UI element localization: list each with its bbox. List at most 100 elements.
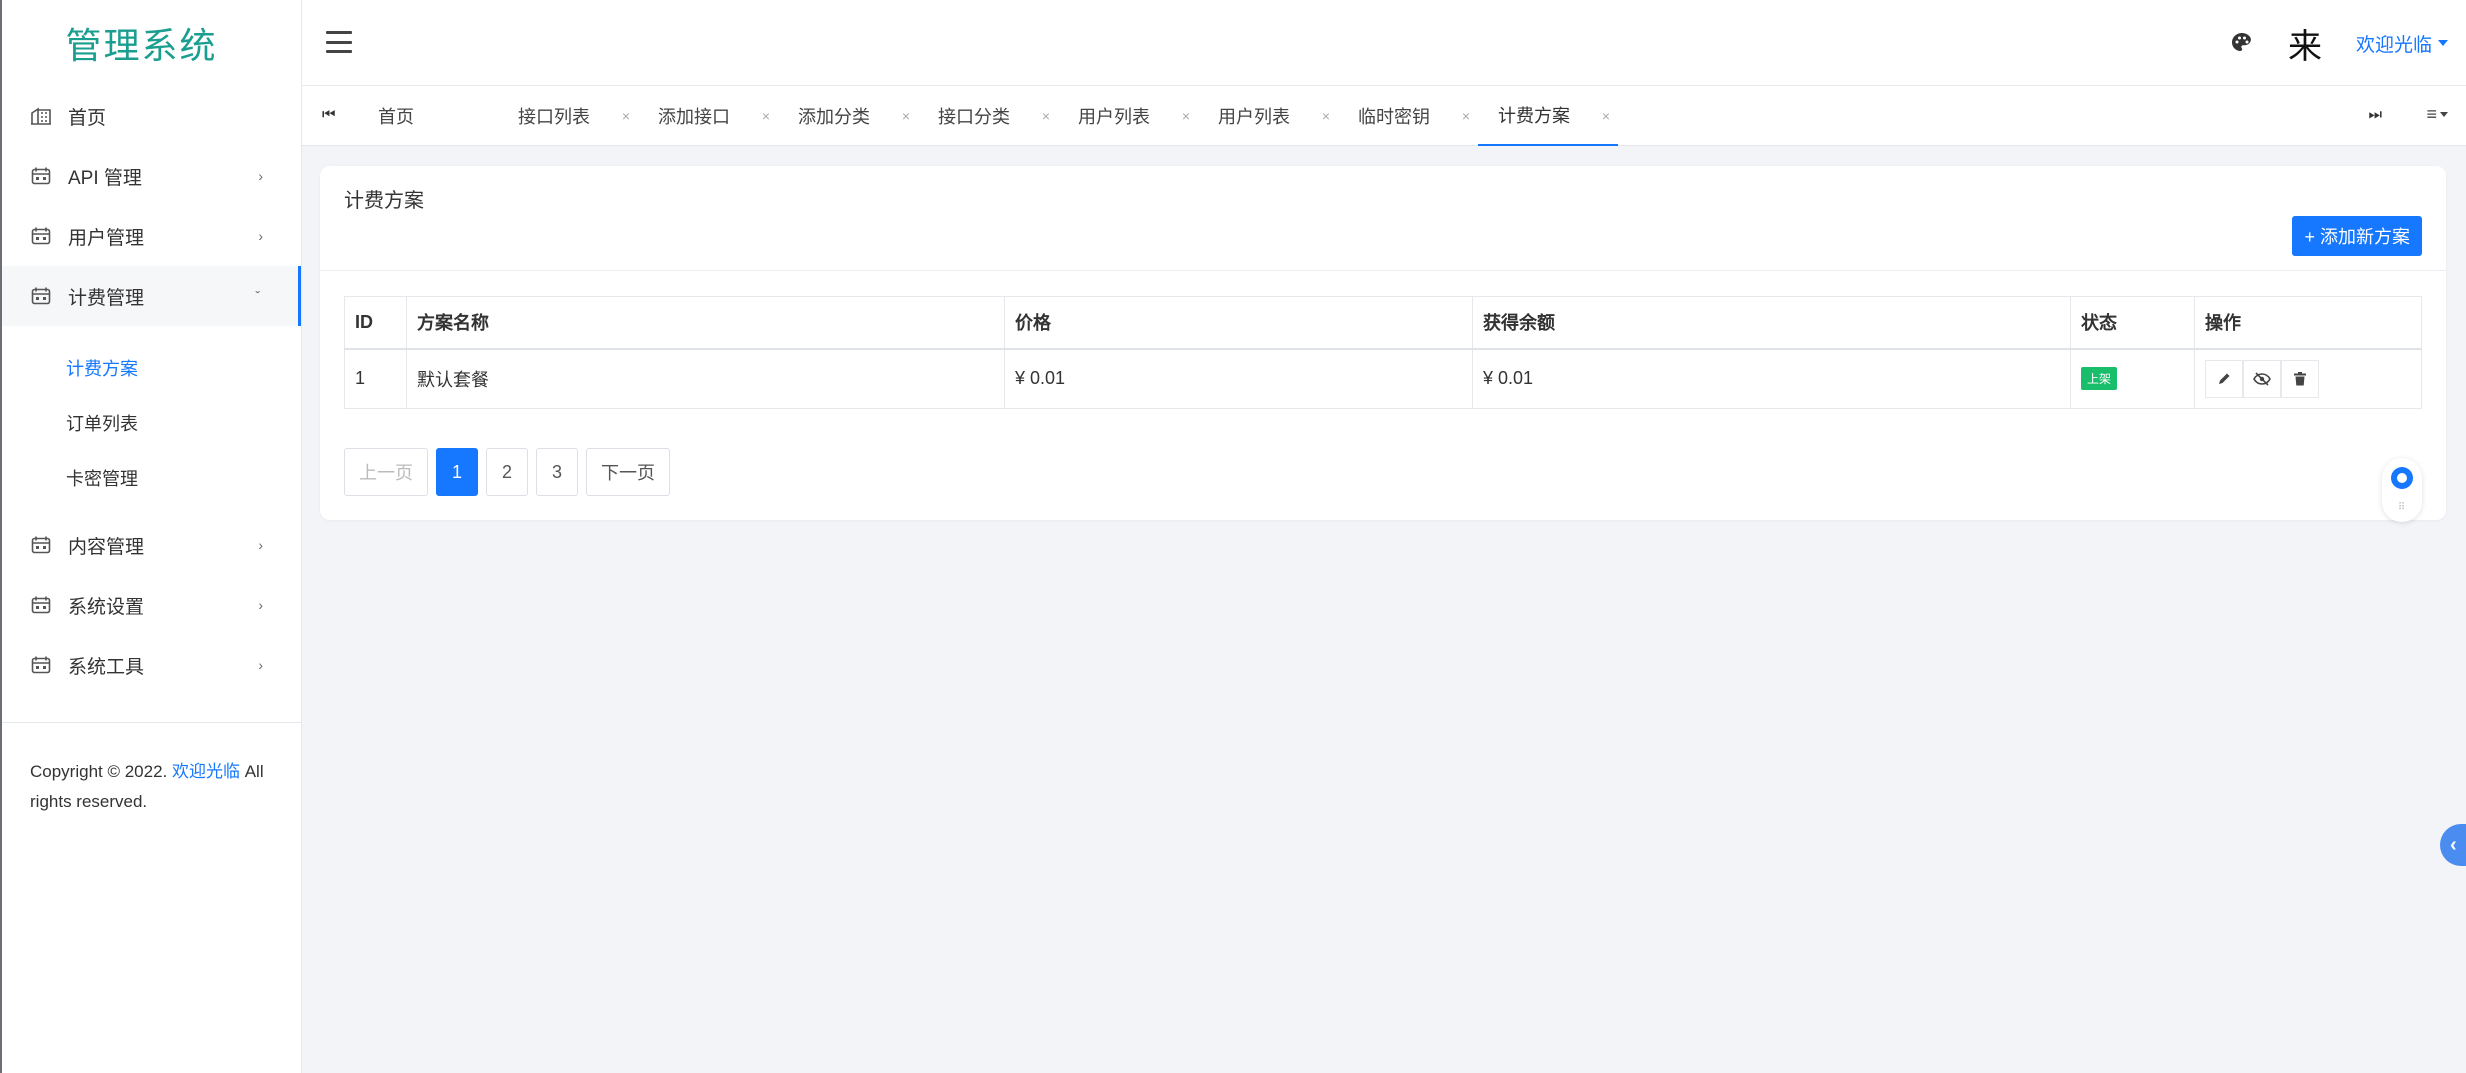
- tab-user-list-2[interactable]: 用户列表 ×: [1198, 86, 1338, 146]
- pencil-icon: [2219, 373, 2230, 384]
- column-header: 方案名称: [406, 296, 1005, 350]
- tab-label: 添加分类: [798, 107, 870, 127]
- cell-status: 上架: [2070, 348, 2195, 409]
- tab-label: 接口分类: [938, 107, 1010, 127]
- user-avatar[interactable]: 来: [2288, 19, 2322, 68]
- close-icon[interactable]: ×: [1042, 108, 1050, 124]
- sidebar-subitem-card-keys[interactable]: 卡密管理: [2, 450, 301, 505]
- tab-label: 临时密钥: [1358, 107, 1430, 127]
- plans-table: ID 方案名称 价格 获得余额 状态 操作 1 默认套餐 ¥ 0.01 ¥ 0.…: [344, 296, 2422, 409]
- sidebar-item-billing[interactable]: 计费管理 ˇ: [2, 266, 301, 326]
- close-icon[interactable]: ×: [1182, 108, 1190, 124]
- table-row: 1 默认套餐 ¥ 0.01 ¥ 0.01 上架: [344, 348, 2422, 409]
- close-icon[interactable]: ×: [1602, 108, 1610, 124]
- sidebar-subitem-orders[interactable]: 订单列表: [2, 395, 301, 450]
- drag-handle-icon[interactable]: ⠿: [2382, 502, 2422, 513]
- chevron-right-icon: ›: [258, 657, 263, 673]
- chat-icon[interactable]: [2391, 467, 2413, 489]
- home-icon: [30, 105, 52, 127]
- calendar-icon: [30, 285, 52, 307]
- edit-button[interactable]: [2205, 359, 2243, 398]
- caret-down-icon: [2440, 112, 2448, 117]
- tab-billing-plans[interactable]: 计费方案 ×: [1478, 86, 1618, 146]
- hide-button[interactable]: [2243, 359, 2281, 398]
- tab-add-api[interactable]: 添加接口 ×: [638, 86, 778, 146]
- menu-toggle-icon[interactable]: [326, 31, 352, 53]
- tab-add-category[interactable]: 添加分类 ×: [778, 86, 918, 146]
- palette-icon[interactable]: [2230, 31, 2254, 55]
- sidebar-item-api[interactable]: API 管理 ›: [2, 146, 301, 206]
- chevron-right-icon: ›: [258, 228, 263, 244]
- close-icon[interactable]: ×: [902, 108, 910, 124]
- scroll-right-icon[interactable]: ⏭: [2368, 106, 2382, 123]
- calendar-icon: [30, 225, 52, 247]
- delete-button[interactable]: [2281, 359, 2319, 398]
- tab-home[interactable]: 首页: [358, 86, 498, 146]
- sidebar-item-content[interactable]: 内容管理 ›: [2, 515, 301, 575]
- column-header: 获得余额: [1472, 296, 2071, 350]
- app-logo[interactable]: 管理系统: [2, 0, 301, 86]
- sidebar-item-label: 首页: [68, 107, 107, 129]
- close-icon[interactable]: ×: [622, 108, 630, 124]
- sidebar: 管理系统 首页 API 管理 › 用户管理 › 计费管理 ˇ 计费方案 订单列表…: [0, 0, 302, 1073]
- tab-api-list[interactable]: 接口列表 ×: [498, 86, 638, 146]
- page-button[interactable]: 3: [536, 448, 578, 496]
- chevron-down-icon: ˇ: [255, 288, 260, 304]
- row-actions: [2205, 359, 2411, 398]
- cell-actions: [2194, 348, 2422, 409]
- side-panel-toggle-icon[interactable]: ‹: [2440, 824, 2466, 866]
- column-header: ID: [344, 296, 407, 350]
- close-icon[interactable]: ×: [762, 108, 770, 124]
- copyright-prefix: Copyright © 2022.: [30, 762, 172, 781]
- tab-api-category[interactable]: 接口分类 ×: [918, 86, 1058, 146]
- sidebar-item-users[interactable]: 用户管理 ›: [2, 206, 301, 266]
- tab-label: 首页: [378, 107, 414, 127]
- cell-id: 1: [344, 348, 407, 409]
- calendar-icon: [30, 654, 52, 676]
- divider: [320, 270, 2446, 271]
- eye-slash-icon: [2253, 372, 2271, 386]
- page-button[interactable]: 2: [486, 448, 528, 496]
- user-menu-dropdown[interactable]: 欢迎光临: [2356, 30, 2448, 57]
- close-icon[interactable]: ×: [1322, 108, 1330, 124]
- chevron-right-icon: ›: [258, 168, 263, 184]
- floating-assistant[interactable]: ⠿: [2382, 458, 2422, 522]
- tab-temp-key[interactable]: 临时密钥 ×: [1338, 86, 1478, 146]
- close-icon[interactable]: ×: [1462, 108, 1470, 124]
- sidebar-footer: Copyright © 2022. 欢迎光临 All rights reserv…: [2, 722, 301, 851]
- sidebar-item-home[interactable]: 首页: [2, 86, 301, 146]
- scroll-left-icon[interactable]: ⏮: [322, 106, 336, 123]
- status-badge: 上架: [2081, 367, 2118, 391]
- cell-balance: ¥ 0.01: [1472, 348, 2071, 409]
- page-title: 计费方案: [344, 190, 424, 212]
- billing-submenu: 计费方案 订单列表 卡密管理: [2, 326, 301, 515]
- chevron-right-icon: ›: [258, 597, 263, 613]
- tab-label: 计费方案: [1498, 106, 1570, 126]
- welcome-label: 欢迎光临: [2355, 34, 2432, 56]
- cell-name: 默认套餐: [406, 348, 1005, 409]
- tab-menu-button[interactable]: ≡: [2426, 104, 2448, 125]
- prev-page-button[interactable]: 上一页: [344, 448, 428, 496]
- sidebar-item-label: 内容管理: [68, 536, 145, 558]
- sidebar-item-settings[interactable]: 系统设置 ›: [2, 575, 301, 635]
- column-header: 操作: [2194, 296, 2422, 350]
- add-plan-button[interactable]: + 添加新方案: [2292, 216, 2422, 256]
- tab-user-list[interactable]: 用户列表 ×: [1058, 86, 1198, 146]
- pagination: 上一页 1 2 3 下一页: [344, 448, 670, 496]
- calendar-icon: [30, 165, 52, 187]
- page-button[interactable]: 1: [436, 448, 478, 496]
- chevron-right-icon: ›: [258, 537, 263, 553]
- sidebar-item-tools[interactable]: 系统工具 ›: [2, 635, 301, 695]
- billing-plans-card: 计费方案 + 添加新方案 ID 方案名称 价格 获得余额 状态 操作 1 默认套…: [320, 166, 2446, 520]
- sidebar-item-label: 用户管理: [68, 227, 145, 249]
- calendar-icon: [30, 594, 52, 616]
- cell-price: ¥ 0.01: [1004, 348, 1473, 409]
- sidebar-subitem-billing-plans[interactable]: 计费方案: [2, 340, 301, 395]
- caret-down-icon: [2438, 40, 2448, 46]
- tab-label: 用户列表: [1078, 107, 1150, 127]
- next-page-button[interactable]: 下一页: [586, 448, 670, 496]
- top-header: 来 欢迎光临: [302, 0, 2466, 86]
- table-header-row: ID 方案名称 价格 获得余额 状态 操作: [344, 296, 2422, 350]
- copyright-link[interactable]: 欢迎光临: [172, 762, 240, 781]
- tab-label: 添加接口: [658, 107, 730, 127]
